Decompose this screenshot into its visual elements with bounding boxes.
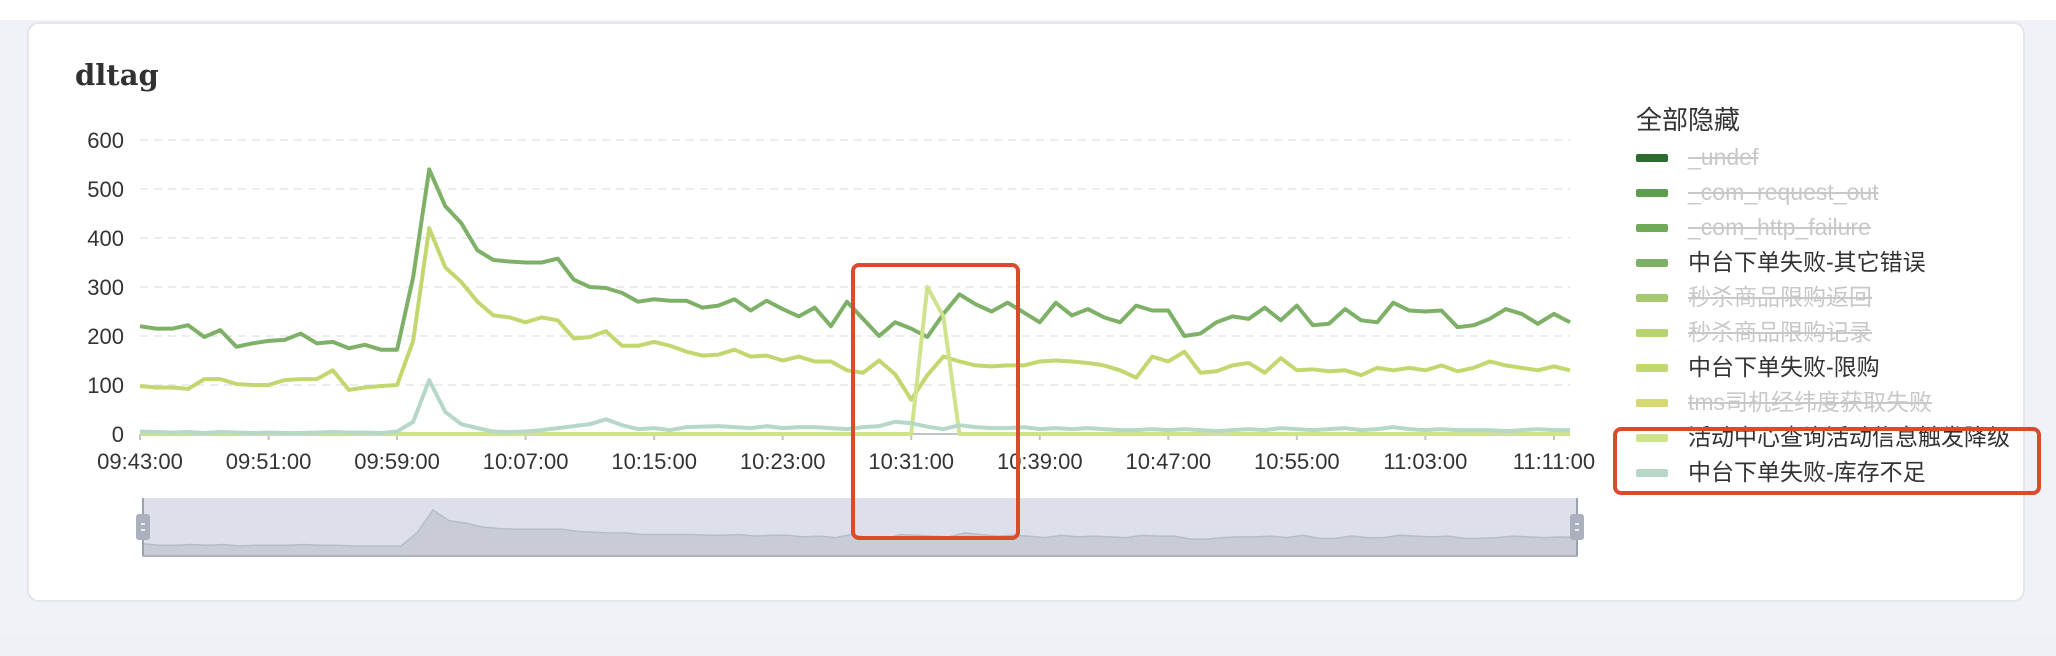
y-tick-label: 200 — [87, 324, 124, 349]
legend-swatch — [1636, 469, 1668, 477]
x-tick-label: 11:03:00 — [1383, 449, 1467, 474]
legend-swatch — [1636, 154, 1668, 162]
y-axis: 0 100 200 300 400 500 600 — [87, 128, 124, 447]
legend-item-9[interactable]: 中台下单失败-库存不足 — [1636, 455, 2036, 490]
legend-label: 活动中心查询活动信息触发降级 — [1688, 424, 2010, 450]
x-tick-label: 10:39:00 — [997, 449, 1083, 474]
legend-swatch — [1636, 364, 1668, 372]
legend-label: tms司机经纬度获取失败 — [1688, 389, 1933, 415]
y-tick-label: 400 — [87, 226, 124, 251]
series-3-line — [139, 167, 1571, 352]
legend-label: _com_request_out — [1688, 179, 1879, 205]
bottom-strip — [0, 636, 2056, 656]
x-axis: 09:43:00 09:51:00 09:59:00 10:07:00 10:15:00… — [97, 434, 1595, 474]
legend-items: _undef _com_request_out _com_http_failure 中… — [1636, 140, 2036, 490]
y-tick-label: 100 — [87, 373, 124, 398]
legend-label: 中台下单失败-库存不足 — [1688, 459, 1926, 485]
x-tick-label: 10:31:00 — [868, 449, 954, 474]
y-tick-label: 500 — [87, 177, 124, 202]
legend-label: 中台下单失败-其它错误 — [1688, 249, 1926, 275]
legend-swatch — [1636, 259, 1668, 267]
x-tick-label: 11:11:00 — [1513, 449, 1595, 474]
legend-item-6[interactable]: 中台下单失败-限购 — [1636, 350, 2036, 385]
legend-item-5[interactable]: 秒杀商品限购记录 — [1636, 315, 2036, 350]
legend: 全部隐藏 _undef _com_request_out _com_http_fai… — [1636, 100, 2036, 490]
x-tick-label: 09:59:00 — [354, 449, 440, 474]
y-tick-label: 0 — [112, 422, 124, 447]
legend-item-7[interactable]: tms司机经纬度获取失败 — [1636, 385, 2036, 420]
y-tick-label: 300 — [87, 275, 124, 300]
x-tick-label: 10:07:00 — [483, 449, 569, 474]
legend-label: 秒杀商品限购返回 — [1688, 284, 1872, 310]
legend-swatch — [1636, 399, 1668, 407]
legend-label: _undef — [1688, 144, 1759, 170]
x-tick-label: 10:55:00 — [1254, 449, 1340, 474]
legend-hide-all-button[interactable]: 全部隐藏 — [1636, 100, 2036, 140]
legend-label: 秒杀商品限购记录 — [1688, 319, 1872, 345]
x-tick-label: 10:23:00 — [740, 449, 826, 474]
legend-item-2[interactable]: _com_http_failure — [1636, 210, 2036, 245]
legend-swatch — [1636, 189, 1668, 197]
series-lines — [139, 167, 1571, 436]
legend-item-8[interactable]: 活动中心查询活动信息触发降级 — [1636, 420, 2036, 455]
legend-item-4[interactable]: 秒杀商品限购返回 — [1636, 280, 2036, 315]
legend-item-3[interactable]: 中台下单失败-其它错误 — [1636, 245, 2036, 280]
x-tick-label: 10:15:00 — [611, 449, 697, 474]
legend-item-1[interactable]: _com_request_out — [1636, 175, 2036, 210]
legend-label: _com_http_failure — [1688, 214, 1871, 240]
legend-swatch — [1636, 329, 1668, 337]
x-tick-label: 10:47:00 — [1125, 449, 1211, 474]
legend-swatch — [1636, 224, 1668, 232]
x-tick-label: 09:43:00 — [97, 449, 183, 474]
legend-swatch — [1636, 434, 1668, 442]
legend-swatch — [1636, 294, 1668, 302]
zoom-slider — [136, 498, 1584, 557]
y-tick-label: 600 — [87, 128, 124, 153]
legend-item-0[interactable]: _undef — [1636, 140, 2036, 175]
x-tick-label: 09:51:00 — [226, 449, 312, 474]
legend-label: 中台下单失败-限购 — [1688, 354, 1880, 380]
